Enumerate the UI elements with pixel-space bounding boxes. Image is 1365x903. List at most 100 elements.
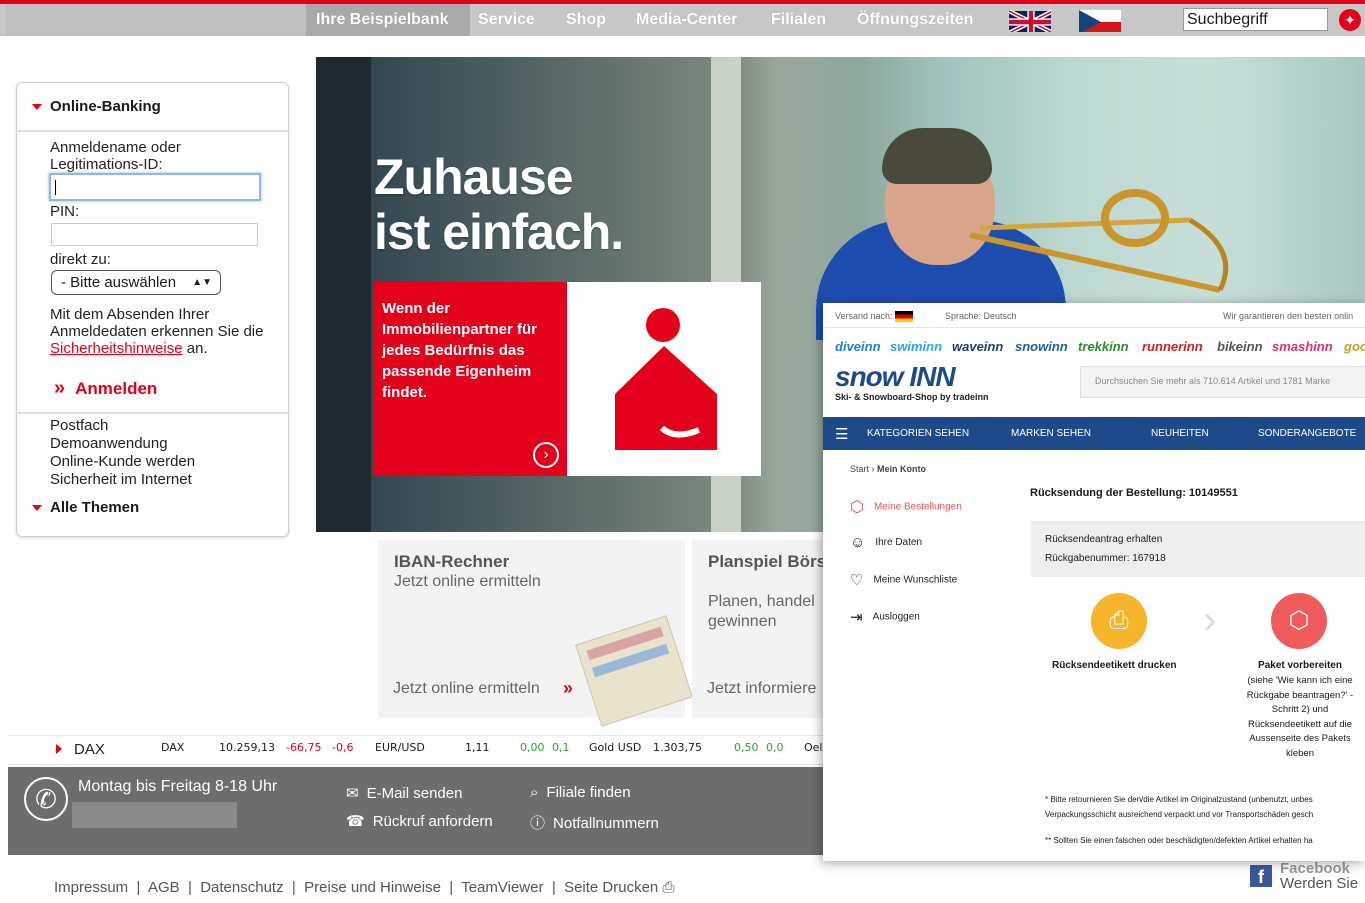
menu-data[interactable]: ☺ Ihre Daten bbox=[850, 534, 922, 551]
find-branch-link[interactable]: ⌕ Filiale finden bbox=[530, 784, 631, 801]
market-ticker: DAX DAX 10.259,13 -66,75 -0,6 EUR/USD 1,… bbox=[8, 735, 823, 765]
envelope-icon: ✉ bbox=[346, 785, 359, 802]
nav-item-shop[interactable]: Shop bbox=[566, 4, 606, 36]
return-note-2: ** Sollten Sie einen falschen oder besch… bbox=[1045, 836, 1313, 845]
link-internet-security[interactable]: Sicherheit im Internet bbox=[50, 471, 192, 488]
ticker-pct: 0,1 bbox=[552, 741, 570, 754]
play-triangle-icon bbox=[56, 744, 62, 754]
link-demo[interactable]: Demoanwendung bbox=[50, 435, 168, 452]
select-arrows-icon: ▲▼ bbox=[192, 277, 212, 288]
ticker-name: Oel bbox=[804, 741, 823, 754]
shipping-selector[interactable]: Versand nach: bbox=[835, 311, 914, 323]
brand-snowinn[interactable]: snowinn bbox=[1015, 339, 1068, 354]
brand-smashinn[interactable]: smashinn bbox=[1272, 339, 1333, 354]
ticker-value: 1.303,75 bbox=[653, 741, 702, 754]
footer-link-prices[interactable]: Preise und Hinweise bbox=[304, 879, 441, 896]
nav-item-service[interactable]: Service bbox=[478, 4, 535, 36]
nav-item-opening-hours[interactable]: Öffnungszeiten bbox=[857, 4, 973, 36]
bank-logo-area bbox=[6, 4, 306, 36]
divider bbox=[16, 412, 289, 414]
snowinn-tagline: Ski- & Snowboard-Shop by tradeinn bbox=[835, 392, 989, 402]
nav-item-home[interactable]: Ihre Beispielbank bbox=[306, 4, 470, 36]
snowinn-window: Versand nach: Sprache: Deutsch Wir garan… bbox=[823, 303, 1365, 861]
step2-title: Paket vorbereiten bbox=[1258, 660, 1342, 671]
footer-link-agb[interactable]: AGB bbox=[148, 879, 180, 896]
link-become-customer[interactable]: Online-Kunde werden bbox=[50, 453, 195, 470]
return-number: Rückgabenummer: 167918 bbox=[1045, 553, 1166, 564]
footer-link-print[interactable]: Seite Drucken bbox=[564, 879, 658, 896]
search-button-icon[interactable]: ✦ bbox=[1339, 9, 1361, 31]
link-postfach[interactable]: Postfach bbox=[50, 417, 108, 434]
footer-link-privacy[interactable]: Datenschutz bbox=[200, 879, 283, 896]
promo-arrow-icon[interactable]: › bbox=[533, 442, 559, 468]
breadcrumb-start[interactable]: Start bbox=[850, 464, 869, 474]
divider bbox=[16, 130, 289, 132]
menu-orders[interactable]: ⬡ Meine Bestellungen bbox=[850, 497, 962, 517]
uk-flag-icon[interactable] bbox=[1008, 9, 1052, 33]
breadcrumb: Start › Mein Konto bbox=[850, 464, 927, 474]
collapse-triangle-icon bbox=[32, 505, 42, 512]
email-link[interactable]: ✉ E-Mail senden bbox=[346, 784, 462, 802]
all-topics-toggle[interactable]: Alle Themen bbox=[32, 499, 139, 516]
hamburger-icon[interactable]: ☰ bbox=[835, 425, 848, 443]
snowinn-search-input[interactable]: Durchsuchen Sie mehr als 710.614 Artikel… bbox=[1080, 366, 1365, 398]
iban-tile-title: IBAN-Rechner bbox=[394, 552, 510, 571]
direct-to-select[interactable]: - Bitte auswählen ▲▼ bbox=[51, 270, 221, 295]
footer-link-impressum[interactable]: Impressum bbox=[54, 879, 128, 896]
nav-categories[interactable]: KATEGORIEN SEHEN bbox=[867, 428, 969, 439]
login-submit-button[interactable]: » Anmelden bbox=[54, 377, 157, 400]
security-notice-link[interactable]: Sicherheitshinweise bbox=[50, 340, 183, 357]
menu-logout[interactable]: ⇥ Ausloggen bbox=[850, 608, 920, 626]
iban-tile-cta[interactable]: Jetzt online ermitteln bbox=[393, 679, 540, 699]
username-label: Anmeldename oder Legitimations-ID: bbox=[50, 139, 181, 173]
magnifier-icon: ⌕ bbox=[530, 784, 539, 801]
callback-link[interactable]: ☎ Rückruf anfordern bbox=[346, 812, 493, 830]
house-logo-panel bbox=[567, 282, 761, 476]
step1-label[interactable]: Rücksendeetikett drucken bbox=[1052, 660, 1177, 671]
divider bbox=[823, 327, 1365, 328]
snowinn-nav-bar: ☰ KATEGORIEN SEHEN MARKEN SEHEN NEUHEITE… bbox=[823, 417, 1365, 450]
brand-trekkinn[interactable]: trekkinn bbox=[1078, 339, 1129, 354]
facebook-sub[interactable]: Werden Sie bbox=[1280, 875, 1358, 892]
snowinn-logo[interactable]: snow INN bbox=[835, 361, 956, 393]
czech-flag-icon[interactable] bbox=[1078, 9, 1122, 33]
nav-brands[interactable]: MARKEN SEHEN bbox=[1011, 428, 1091, 439]
ticker-label: DAX bbox=[74, 741, 105, 758]
heart-icon: ♡ bbox=[850, 572, 864, 589]
brand-runnerinn[interactable]: runnerinn bbox=[1142, 339, 1203, 354]
house-icon bbox=[615, 308, 717, 450]
hero-title: Zuhause ist einfach. bbox=[374, 149, 624, 260]
brand-golf[interactable]: goo bbox=[1344, 339, 1365, 354]
search-input[interactable]: Suchbegriff bbox=[1183, 8, 1328, 31]
footer-link-teamviewer[interactable]: TeamViewer bbox=[461, 879, 543, 896]
nav-offers[interactable]: SONDERANGEBOTE bbox=[1258, 428, 1356, 439]
nav-item-filialen[interactable]: Filialen bbox=[771, 4, 826, 36]
nav-item-media-center[interactable]: Media-Center bbox=[636, 4, 737, 36]
breadcrumb-current: Mein Konto bbox=[877, 464, 927, 474]
online-banking-header[interactable]: Online-Banking bbox=[32, 98, 161, 115]
nav-new[interactable]: NEUHEITEN bbox=[1151, 428, 1209, 439]
brand-swiminn[interactable]: swiminn bbox=[890, 339, 942, 354]
package-step-icon: ⬡ bbox=[1271, 593, 1327, 649]
pin-input[interactable] bbox=[51, 223, 258, 246]
menu-wishlist[interactable]: ♡ Meine Wunschliste bbox=[850, 571, 957, 589]
facebook-icon[interactable]: f bbox=[1250, 865, 1272, 887]
logout-icon: ⇥ bbox=[850, 609, 863, 626]
hotline-hours: Montag bis Freitag 8-18 Uhr bbox=[78, 778, 278, 795]
emergency-link[interactable]: ⓘ Notfallnummern bbox=[530, 812, 659, 833]
printer-step-icon: ⎙ bbox=[1091, 593, 1147, 649]
stock-game-cta[interactable]: Jetzt informiere bbox=[707, 679, 816, 699]
return-title: Rücksendung der Bestellung: 10149551 bbox=[1030, 487, 1238, 499]
return-note-1: * Bitte retournieren Sie den/die Artikel… bbox=[1045, 795, 1314, 819]
step-arrow-icon: › bbox=[1203, 598, 1217, 642]
brand-bikeinn[interactable]: bikeinn bbox=[1217, 339, 1263, 354]
language-selector[interactable]: Sprache: Deutsch bbox=[945, 311, 1017, 321]
brand-waveinn[interactable]: waveinn bbox=[952, 339, 1003, 354]
iban-tile-subtitle: Jetzt online ermitteln bbox=[394, 573, 541, 590]
phone-icon: ✆ bbox=[24, 777, 68, 821]
brand-diveinn[interactable]: diveinn bbox=[835, 339, 881, 354]
step2-description: (siehe 'Wie kann ich eine Rückgabe beant… bbox=[1246, 675, 1354, 759]
status-line: Rücksendeantrag erhalten bbox=[1045, 534, 1163, 545]
username-input[interactable] bbox=[49, 173, 261, 201]
text-cursor bbox=[55, 180, 56, 195]
